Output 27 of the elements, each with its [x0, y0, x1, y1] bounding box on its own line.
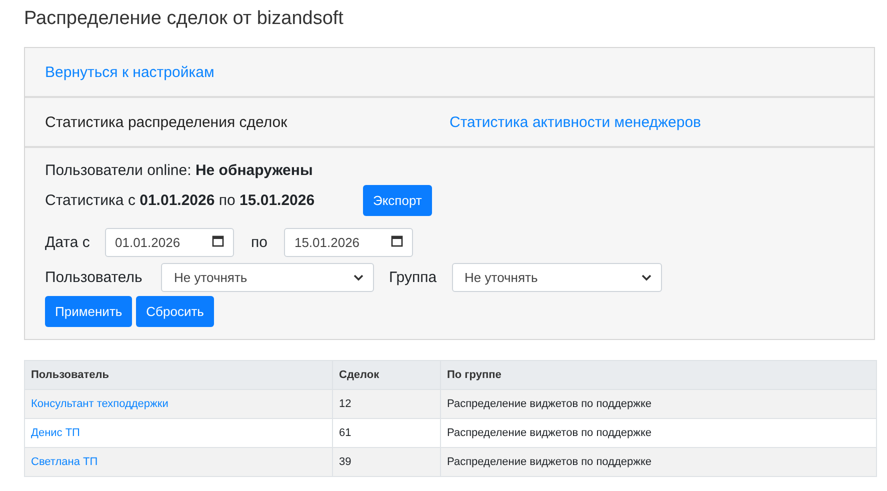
- user-link[interactable]: Денис ТП: [31, 427, 80, 439]
- select-field[interactable]: Не уточнять: [452, 263, 662, 292]
- select-field[interactable]: Не уточнять: [161, 263, 374, 292]
- tab[interactable]: Статистика активности менеджеров: [450, 114, 854, 130]
- table-cell: 12: [332, 390, 440, 418]
- date-field[interactable]: 01.01.2026: [105, 228, 234, 257]
- user-link[interactable]: Светлана ТП: [31, 456, 98, 468]
- table-cell: Распределение виджетов по поддержке: [440, 390, 876, 418]
- export-button[interactable]: Экспорт: [363, 185, 432, 216]
- online-status: Пользователи online: Не обнаружены: [45, 162, 314, 179]
- field-label: Группа: [389, 269, 437, 286]
- period-text: Статистика с 01.01.2026 по 15.01.2026: [45, 192, 316, 209]
- reset-button[interactable]: Сбросить: [136, 296, 214, 327]
- column-header: Пользователь: [24, 360, 332, 390]
- date-field[interactable]: 15.01.2026: [284, 228, 414, 257]
- table-cell: 39: [332, 448, 440, 476]
- apply-button[interactable]: Применить: [45, 296, 132, 327]
- field-label: Дата с: [45, 234, 91, 251]
- table-cell: Распределение виджетов по поддержке: [440, 448, 876, 476]
- page-title: Распределение сделок от bizandsoft: [24, 8, 344, 30]
- column-header: По группе: [440, 360, 876, 390]
- field-label: по: [251, 234, 268, 251]
- back-link[interactable]: Вернуться к настройкам: [45, 64, 214, 80]
- field-label: Пользователь: [45, 269, 144, 286]
- user-link[interactable]: Консультант техподдержки: [31, 398, 168, 410]
- column-header: Сделок: [332, 360, 440, 390]
- tab[interactable]: Статистика распределения сделок: [45, 114, 450, 130]
